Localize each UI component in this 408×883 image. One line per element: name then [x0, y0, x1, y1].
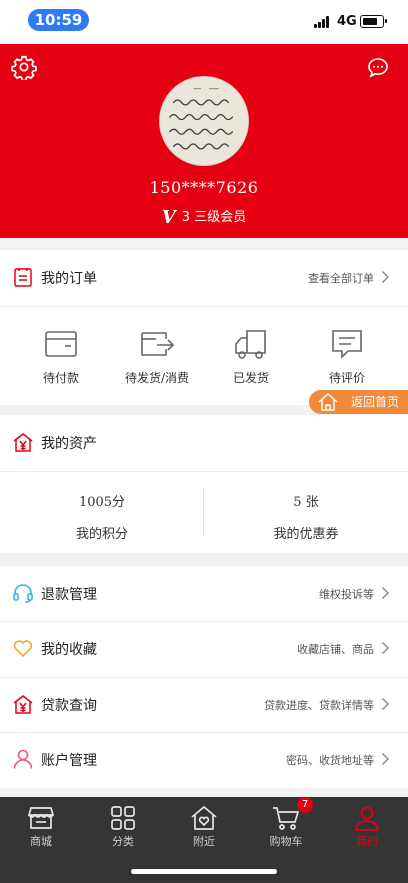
assets-row: 1005分 我的积分 5 张 我的优惠券 [0, 471, 408, 553]
order-status-label: 已发货 [232, 371, 269, 385]
truck-icon [235, 330, 266, 359]
menu-item-hint: 维权投诉等 [319, 588, 374, 601]
coupons-label: 我的优惠券 [273, 527, 339, 542]
cart-icon [273, 807, 300, 830]
tab-profile[interactable]: 我的 [326, 803, 408, 853]
grid-icon [111, 806, 135, 830]
settings-button[interactable] [11, 54, 37, 82]
profile-icon [355, 806, 379, 831]
home-indicator [131, 869, 277, 874]
battery-icon [360, 15, 387, 28]
network-type: 4G [337, 14, 357, 29]
assets-card: 我的资产 1005分 我的积分 5 张 我的优惠券 [0, 415, 408, 553]
order-list-icon [14, 268, 32, 287]
menu-item-hint: 收藏店铺、商品 [297, 643, 374, 656]
avatar[interactable] [159, 76, 249, 166]
wallet-icon [45, 331, 77, 357]
member-level-number: 3 [181, 210, 191, 225]
cart-count-badge: 7 [297, 797, 313, 813]
chevron-right-icon [382, 642, 389, 654]
order-status-shipped[interactable]: 已发货 [200, 306, 302, 406]
menu-item-title: 账户管理 [41, 753, 97, 769]
menu-item-title: 我的收藏 [41, 642, 97, 658]
points-label: 我的积分 [75, 527, 128, 542]
orders-card: 我的订单 查看全部订单 待付款 待发货/消费 已发货 待评价 [0, 250, 408, 405]
store-icon [27, 807, 55, 829]
heart-icon [13, 640, 33, 658]
tab-label: 分类 [112, 835, 134, 848]
shipping-box-icon [141, 332, 175, 356]
messages-button[interactable] [366, 56, 390, 80]
menu-item-hint: 密码、收货地址等 [286, 754, 374, 767]
orders-header-row[interactable]: 我的订单 查看全部订单 [0, 250, 408, 306]
order-status-label: 待付款 [42, 371, 79, 385]
chevron-right-icon [382, 587, 389, 599]
menu-item-title: 退款管理 [41, 587, 97, 603]
home-icon [318, 393, 338, 411]
menu-item-loan[interactable]: 贷款查询 贷款进度、贷款详情等 [0, 677, 408, 733]
chevron-right-icon [382, 698, 389, 710]
user-phone: 150****7626 [149, 178, 259, 197]
loan-icon [13, 695, 33, 714]
menu-list: 退款管理 维权投诉等 我的收藏 收藏店铺、商品 贷款查询 贷款进度、贷款详情等 … [0, 566, 408, 788]
points-cell[interactable]: 1005分 我的积分 [0, 471, 204, 553]
menu-item-hint: 贷款进度、贷款详情等 [264, 699, 374, 712]
tab-nearby[interactable]: 附近 [163, 803, 245, 853]
cellular-signal-icon [314, 16, 332, 28]
tab-category[interactable]: 分类 [82, 803, 164, 853]
menu-item-favorites[interactable]: 我的收藏 收藏店铺、商品 [0, 621, 408, 677]
user-icon [13, 749, 33, 769]
tab-label: 商城 [30, 835, 52, 848]
status-time: 10:59 [28, 9, 89, 31]
tab-label: 我的 [356, 835, 378, 848]
comment-icon [332, 330, 362, 359]
view-all-orders-link[interactable]: 查看全部订单 [308, 270, 374, 286]
coupons-value: 5 张 [293, 495, 319, 510]
tab-label: 购物车 [269, 835, 303, 848]
nearby-icon [191, 805, 217, 830]
status-bar: 10:59 4G [0, 0, 408, 44]
menu-item-account[interactable]: 账户管理 密码、收货地址等 [0, 732, 408, 788]
member-level[interactable]: V3 三级会员 [0, 206, 408, 228]
member-level-text: 三级会员 [194, 210, 247, 225]
yen-house-icon [13, 433, 33, 452]
order-status-label: 待发货/消费 [124, 371, 190, 385]
profile-header: 150****7626 V3 三级会员 [0, 44, 408, 238]
chevron-right-icon [382, 753, 389, 765]
orders-title: 我的订单 [41, 271, 97, 287]
order-status-label: 待评价 [328, 371, 365, 385]
headset-icon [13, 584, 33, 603]
tab-label: 附近 [193, 835, 215, 848]
points-value: 1005分 [78, 495, 126, 510]
assets-title: 我的资产 [41, 436, 97, 452]
back-to-home-label: 返回首页 [351, 395, 400, 409]
back-to-home-button[interactable]: 返回首页 [309, 390, 408, 414]
gear-icon [11, 55, 37, 82]
order-status-pending-shipment[interactable]: 待发货/消费 [106, 306, 208, 406]
chevron-right-icon [382, 271, 389, 283]
avatar-handwriting-image [160, 77, 248, 165]
order-status-pending-payment[interactable]: 待付款 [10, 306, 112, 406]
menu-item-refund[interactable]: 退款管理 维权投诉等 [0, 566, 408, 622]
menu-item-title: 贷款查询 [41, 698, 97, 714]
tab-cart[interactable]: 购物车 [245, 803, 327, 853]
assets-header-row[interactable]: 我的资产 [0, 415, 408, 471]
coupons-cell[interactable]: 5 张 我的优惠券 [204, 471, 408, 553]
chat-bubble-icon [368, 58, 388, 78]
tab-store[interactable]: 商城 [0, 803, 82, 853]
vip-icon: V [161, 207, 176, 228]
bottom-tab-bar: 商城 分类 附近 购物车 7 我的 [0, 797, 408, 883]
